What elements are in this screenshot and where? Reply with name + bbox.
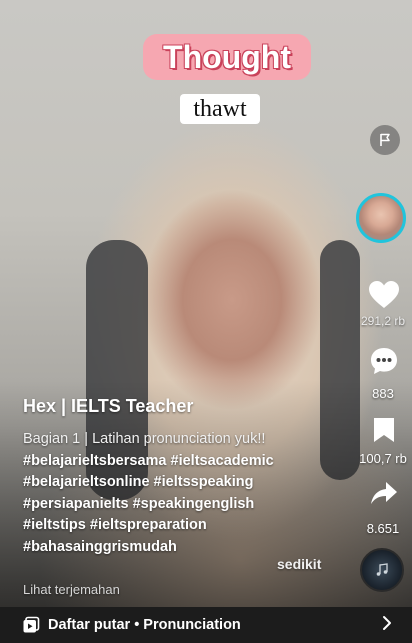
creator-avatar[interactable]	[356, 193, 406, 243]
comment-icon	[371, 348, 397, 374]
hashtag-line[interactable]: #ieltstips #ieltspreparation	[23, 515, 323, 537]
video-description[interactable]: Bagian 1 | Latihan pronunciation yuk!! #…	[23, 429, 323, 558]
share-icon	[371, 482, 397, 504]
see-translation-link[interactable]: Lihat terjemahan	[23, 582, 120, 597]
heart-icon	[369, 281, 399, 308]
save-count: 100,7 rb	[359, 451, 407, 466]
overlay-word: Thought	[143, 34, 311, 80]
hashtag-line[interactable]: #belajarieltsbersama #ieltsacademic	[23, 451, 323, 473]
show-less-link[interactable]: sedikit	[277, 556, 321, 572]
hashtag-line[interactable]: #belajarieltsonline #ieltsspeaking	[23, 472, 323, 494]
chevron-right-icon[interactable]	[382, 615, 392, 636]
flag-icon	[380, 133, 390, 146]
comment-count: 883	[372, 386, 394, 401]
overlay-phonetic: thawt	[180, 94, 260, 124]
music-disc[interactable]	[360, 548, 404, 592]
playlist-icon	[22, 616, 40, 634]
hashtag-line[interactable]: #bahasainggrismudah	[23, 537, 323, 559]
music-note-icon	[376, 563, 388, 576]
description-line: Bagian 1 | Latihan pronunciation yuk!!	[23, 431, 266, 447]
playlist-label: Daftar putar • Pronunciation	[48, 617, 241, 633]
comment-button[interactable]	[369, 346, 399, 376]
save-button[interactable]	[372, 416, 396, 444]
like-count: 291,2 rb	[360, 314, 406, 328]
bookmark-icon	[374, 418, 394, 442]
like-button[interactable]	[368, 280, 400, 310]
author-name[interactable]: Hex | IELTS Teacher	[23, 396, 193, 417]
report-button[interactable]	[370, 125, 400, 155]
share-button[interactable]	[370, 480, 398, 506]
hashtag-line[interactable]: #persiapanielts #speakingenglish	[23, 494, 323, 516]
playlist-bar[interactable]: Daftar putar • Pronunciation	[0, 607, 412, 643]
action-rail: 291,2 rb 883 100,7 rb 8.651	[354, 0, 412, 607]
share-count: 8.651	[366, 521, 400, 536]
